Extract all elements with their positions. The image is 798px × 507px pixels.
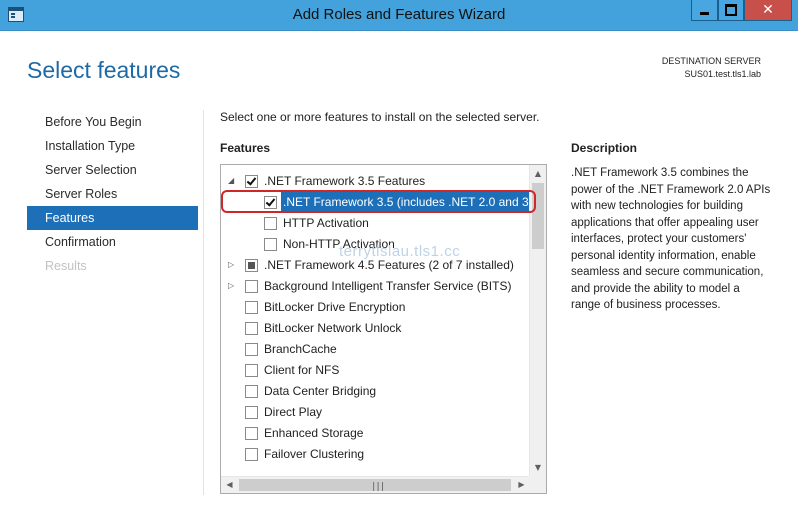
feature-row[interactable]: Direct Play (221, 402, 529, 423)
title-bar: Add Roles and Features Wizard ✕ (0, 0, 798, 31)
watermark: terrytlslau.tls1.cc (339, 243, 461, 260)
close-button[interactable]: ✕ (744, 0, 792, 21)
feature-row[interactable]: Client for NFS (221, 360, 529, 381)
minimize-icon (700, 11, 709, 15)
feature-row[interactable]: BranchCache (221, 339, 529, 360)
collapse-arrow-icon[interactable]: ◢ (228, 176, 234, 185)
nav-item-results: Results (45, 259, 87, 273)
feature-row[interactable]: Data Center Bridging (221, 381, 529, 402)
nav-item-features[interactable]: Features (27, 206, 198, 230)
feature-checkbox[interactable] (245, 385, 258, 398)
feature-row[interactable]: HTTP Activation (221, 213, 529, 234)
features-tree[interactable]: ◢ .NET Framework 3.5 Features .NET Framewo… (220, 164, 547, 494)
grip-icon: ||| (371, 482, 385, 492)
feature-checkbox[interactable] (245, 280, 258, 293)
scroll-right-icon[interactable]: ▶ (513, 477, 530, 493)
expand-arrow-icon[interactable]: ▷ (228, 281, 234, 290)
feature-label: Direct Play (264, 405, 323, 419)
feature-row[interactable]: BitLocker Network Unlock (221, 318, 529, 339)
feature-checkbox[interactable] (264, 217, 277, 230)
feature-checkbox[interactable] (245, 406, 258, 419)
description-heading: Description (571, 141, 638, 155)
page-title: Select features (27, 57, 181, 83)
feature-checkbox[interactable] (245, 322, 258, 335)
destination-server-label: DESTINATION SERVER (661, 56, 761, 66)
feature-checkbox[interactable] (245, 343, 258, 356)
feature-checkbox[interactable] (245, 301, 258, 314)
feature-label: HTTP Activation (283, 216, 369, 230)
feature-label: BitLocker Network Unlock (264, 321, 402, 335)
description-text: .NET Framework 3.5 combines the power of… (571, 167, 771, 311)
instruction-text: Select one or more features to install o… (220, 110, 540, 124)
horizontal-scroll-thumb[interactable]: ||| (239, 479, 511, 492)
nav-item-server-selection[interactable]: Server Selection (27, 158, 198, 182)
annotation-highlight (221, 190, 536, 213)
nav-item-before-you-begin[interactable]: Before You Begin (27, 110, 198, 134)
feature-row[interactable]: Enhanced Storage (221, 423, 529, 444)
nav-divider (203, 110, 204, 495)
feature-label: .NET Framework 3.5 Features (264, 174, 426, 188)
feature-label: Background Intelligent Transfer Service … (264, 279, 512, 293)
scrollbar-corner (529, 476, 546, 493)
close-icon: ✕ (762, 2, 774, 18)
destination-server-name: SUS01.test.tls1.lab (684, 69, 761, 79)
feature-row[interactable]: ◢ .NET Framework 3.5 Features (221, 171, 529, 192)
feature-label: BitLocker Drive Encryption (264, 300, 406, 314)
feature-label: Data Center Bridging (264, 384, 377, 398)
feature-label: Client for NFS (264, 363, 340, 377)
expand-arrow-icon[interactable]: ▷ (228, 260, 234, 269)
wizard-navigation: Before You Begin Installation Type Server … (27, 110, 198, 278)
features-heading: Features (220, 141, 271, 155)
minimize-button[interactable] (691, 0, 718, 21)
feature-row[interactable]: ▷ Background Intelligent Transfer Service… (221, 276, 529, 297)
nav-item-installation-type[interactable]: Installation Type (27, 134, 198, 158)
feature-label: Failover Clustering (264, 447, 365, 461)
feature-checkbox[interactable] (245, 364, 258, 377)
maximize-button[interactable] (718, 0, 744, 21)
feature-label: Enhanced Storage (264, 426, 364, 440)
feature-checkbox[interactable] (264, 238, 277, 251)
feature-row[interactable]: BitLocker Drive Encryption (221, 297, 529, 318)
feature-checkbox[interactable] (245, 175, 258, 188)
feature-label: .NET Framework 4.5 Features (2 of 7 inst… (264, 258, 514, 272)
scroll-left-icon[interactable]: ◀ (221, 477, 238, 493)
feature-row[interactable]: Failover Clustering (221, 444, 529, 465)
horizontal-scrollbar[interactable]: ◀ ||| ▶ (221, 476, 530, 493)
scroll-up-icon[interactable]: ▲ (530, 165, 546, 182)
scroll-down-icon[interactable]: ▼ (530, 459, 546, 476)
maximize-icon (725, 4, 737, 16)
window-title: Add Roles and Features Wizard (292, 6, 506, 23)
feature-checkbox[interactable] (245, 427, 258, 440)
nav-item-server-roles[interactable]: Server Roles (27, 182, 198, 206)
nav-item-confirmation[interactable]: Confirmation (27, 230, 198, 254)
feature-label: BranchCache (264, 342, 337, 356)
feature-checkbox[interactable] (245, 259, 258, 272)
feature-checkbox[interactable] (245, 448, 258, 461)
